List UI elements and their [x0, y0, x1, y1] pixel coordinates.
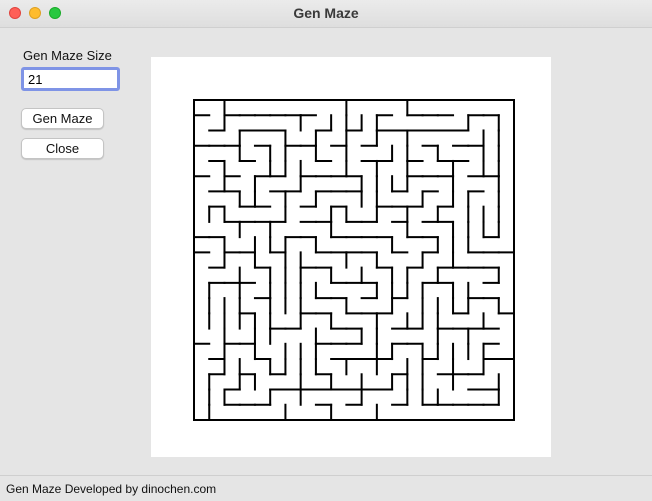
- maze-size-input[interactable]: [21, 67, 120, 91]
- maze-size-label: Gen Maze Size: [23, 48, 112, 63]
- title-bar: Gen Maze: [0, 0, 652, 28]
- gen-maze-button[interactable]: Gen Maze: [21, 108, 104, 129]
- status-text: Gen Maze Developed by dinochen.com: [6, 482, 217, 496]
- app-window: Gen Maze Gen Maze Size Gen Maze Close Ge…: [0, 0, 652, 501]
- maze-canvas: [151, 57, 551, 457]
- maze-drawing: [193, 99, 515, 421]
- window-title: Gen Maze: [293, 5, 359, 21]
- status-bar: Gen Maze Developed by dinochen.com: [0, 475, 652, 501]
- close-button[interactable]: Close: [21, 138, 104, 159]
